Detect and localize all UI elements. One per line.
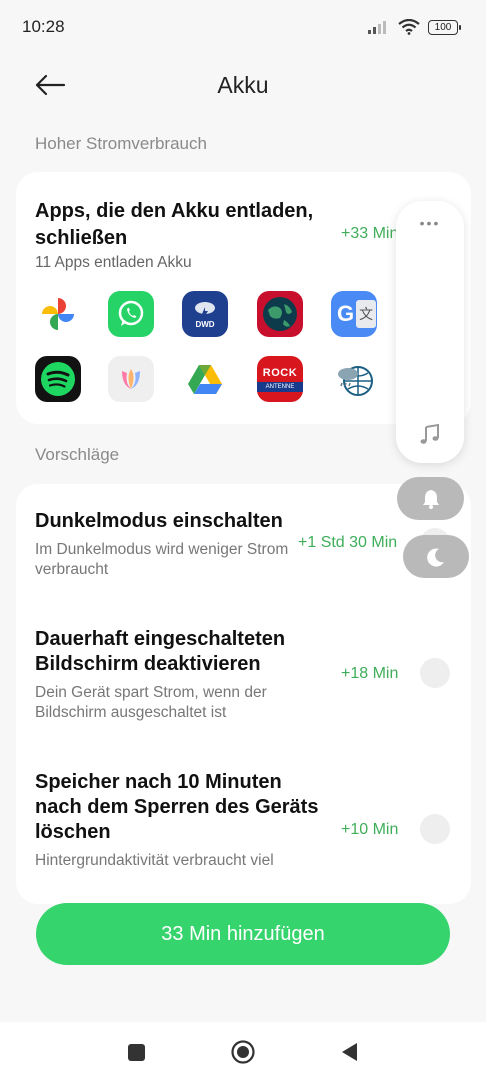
suggestion-toggle[interactable] [420,814,450,844]
dwd-label: DWD [195,320,215,329]
floating-side-panel[interactable]: ••• [396,201,464,463]
suggestion-desc: Im Dunkelmodus wird weniger Strom verbra… [35,541,289,578]
google-translate-icon: G 文 [331,291,377,337]
bell-icon [422,489,439,509]
rock-antenne-icon: ROCK ANTENNE [257,356,303,402]
moon-icon [427,548,444,567]
suggestion-gain: +1 Std 30 Min [298,534,398,551]
spotify-icon [35,356,81,402]
translate-g-label: G [337,301,355,326]
suggestion-title: Dunkelmodus einschalten [35,510,283,532]
square-icon [127,1043,145,1061]
add-time-button[interactable]: 33 Min hinzufügen [36,903,450,965]
section-suggestions: Vorschläge [35,445,120,464]
suggestion-desc: Dein Gerät spart Strom, wenn der Bildsch… [35,684,267,721]
back-nav-button[interactable] [336,1039,362,1065]
navigation-bar [0,1022,486,1080]
apps-card-title: Apps, die den Akku entladen, schließen [35,200,314,249]
recents-button[interactable] [123,1039,149,1065]
google-photos-icon [35,291,81,337]
more-dots-icon[interactable]: ••• [396,215,464,231]
do-not-disturb-button[interactable] [403,535,469,578]
antenne-label: ANTENNE [257,381,303,392]
battery-level: 100 [434,21,452,33]
wifi-icon [398,19,420,35]
google-drive-icon [182,356,228,402]
tulip-icon [108,356,154,402]
app-header: Akku [0,60,486,110]
status-time: 10:28 [22,17,65,36]
apps-card-subtitle: 11 Apps entladen Akku [35,254,192,271]
signal-icon [368,21,386,34]
translate-char-icon: 文 [356,300,377,328]
suggestion-title: Dauerhaft eingeschalteten Bildschirm dea… [35,628,286,675]
ring-mode-button[interactable] [397,477,464,520]
section-high-usage: Hoher Stromverbrauch [35,134,207,153]
suggestion-gain: +10 Min [341,821,399,838]
status-icons: 100 [368,17,461,37]
suggestion-gain: +18 Min [341,665,399,682]
dwd-warnwetter-icon: DWD [182,291,228,337]
back-triangle-icon [342,1043,357,1061]
music-note-icon[interactable] [418,423,442,447]
status-bar: 10:28 100 [0,0,486,56]
home-circle-icon [231,1040,255,1064]
rock-label: ROCK [262,366,298,379]
suggestion-title: Speicher nach 10 Minuten nach dem Sperre… [35,771,319,843]
suggestions-card: Dunkelmodus einschalten Im Dunkelmodus w… [16,484,471,904]
page-title: Akku [217,72,269,98]
earth-globe-icon [257,291,303,337]
apps-card-gain: +33 Min [341,225,399,242]
suggestion-toggle[interactable] [420,658,450,688]
battery-icon: 100 [428,19,461,35]
whatsapp-icon [108,291,154,337]
suggestion-desc: Hintergrundaktivität verbraucht viel [35,852,274,869]
weather-radar-icon [331,356,377,402]
home-button[interactable] [230,1039,256,1065]
